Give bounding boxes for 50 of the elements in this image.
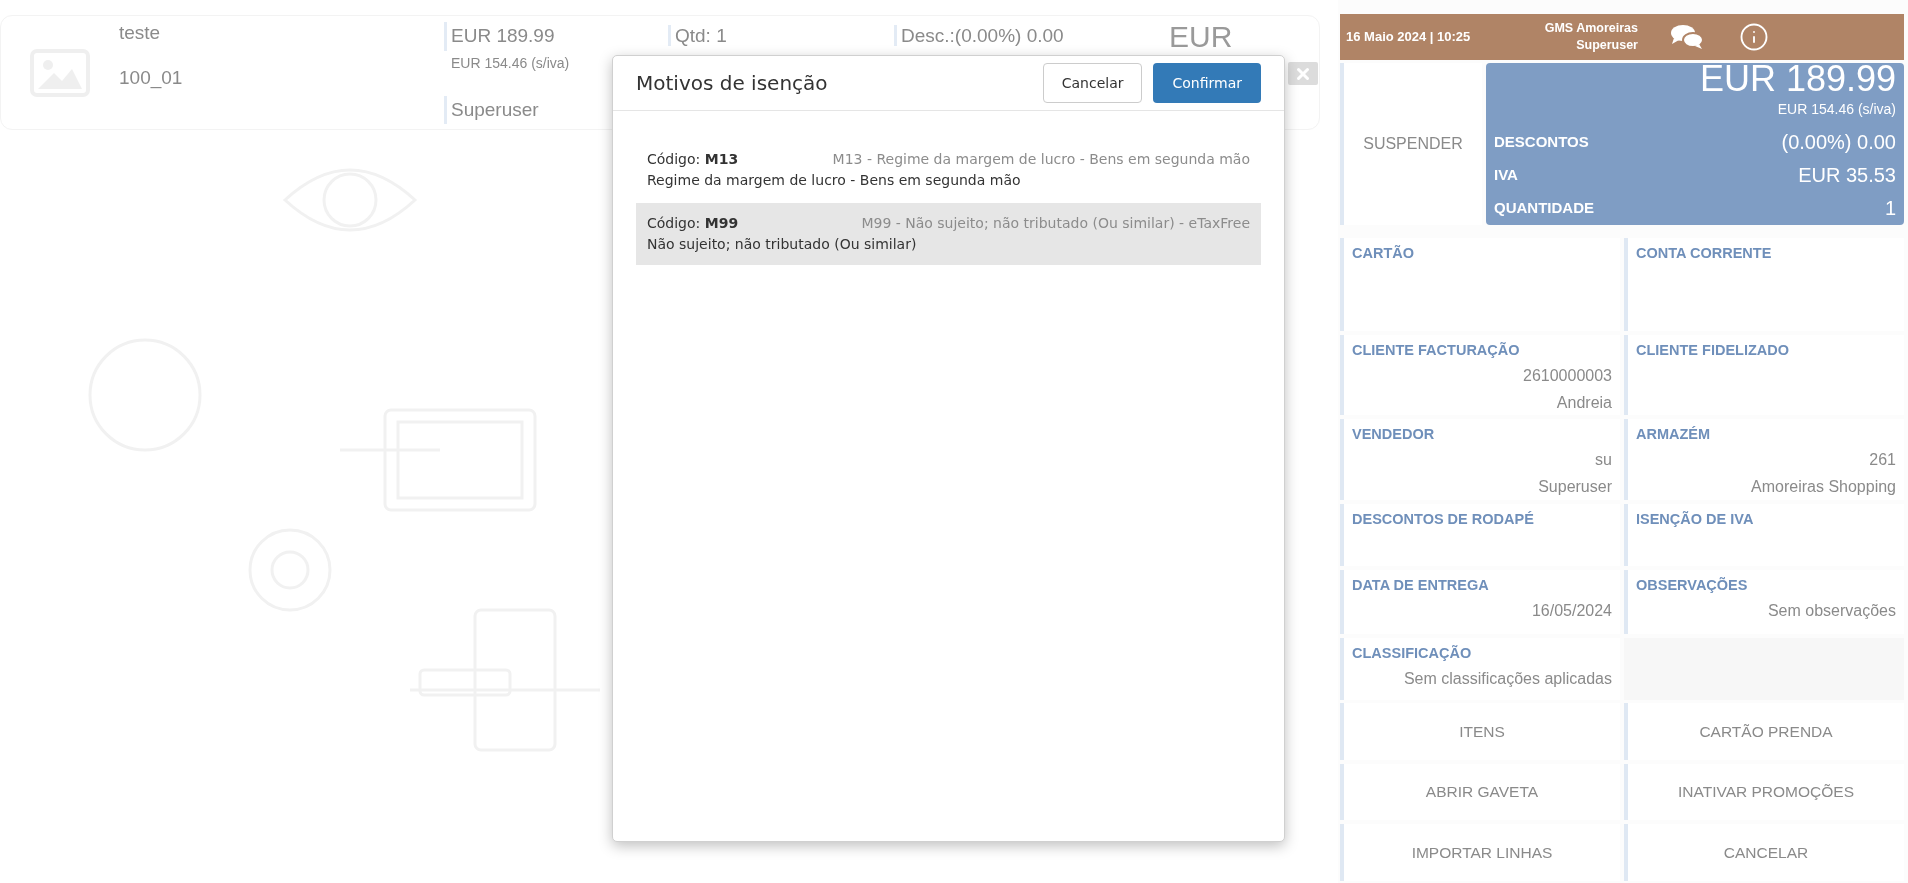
product-discount: Desc.:(0.00%) 0.00 — [894, 25, 1064, 46]
exemption-list-item[interactable]: Código: M99 M99 - Não sujeito; não tributado (Ou similar) - eTaxFree Não sujeito; não tributado (Ou similar) — [636, 203, 1261, 265]
date-time: 16 Maio 2024 | 10:25 — [1346, 28, 1472, 47]
product-price-net: EUR 154.46 (s/iva) — [450, 53, 571, 73]
summary-label: QUANTIDADE — [1494, 197, 1594, 218]
exemption-description: Regime da margem de lucro - Bens em segunda mão — [647, 171, 1022, 190]
confirm-button[interactable]: Confirmar — [1153, 63, 1261, 103]
product-quantity: Qtd: 1 — [668, 25, 727, 46]
product-name: teste — [119, 21, 162, 45]
tile-label: CARTÃO — [1352, 244, 1416, 263]
tile-label: CLASSIFICAÇÃO — [1352, 644, 1473, 663]
tile-value: Andreia — [1556, 392, 1612, 413]
summary-value: 1 — [1884, 196, 1896, 221]
tile-label: CLIENTE FACTURAÇÃO — [1352, 341, 1521, 360]
tile-label: ISENÇÃO DE IVA — [1636, 510, 1755, 529]
exemption-title: M13 - Regime da margem de lucro - Bens em segunda mão — [832, 150, 1250, 169]
store-name: GMS Amoreiras — [1544, 20, 1638, 37]
tile-value: 2610000003 — [1523, 365, 1612, 386]
tile-value: Superuser — [1538, 476, 1612, 497]
chat-icon[interactable] — [1670, 23, 1704, 51]
tile-value: 261 — [1869, 449, 1896, 470]
summary-label: DESCONTOS — [1494, 131, 1589, 152]
user-name: Superuser — [1576, 37, 1638, 54]
exemption-code: Código: M99 — [647, 214, 739, 233]
cancel-button[interactable]: Cancelar — [1042, 63, 1143, 103]
summary-total: EUR 189.99 — [1699, 61, 1896, 97]
info-icon[interactable] — [1739, 22, 1769, 52]
summary-value: (0.00%) 0.00 — [1781, 130, 1896, 155]
exemption-code: Código: M13 — [647, 150, 739, 169]
exemption-title: M99 - Não sujeito; não tributado (Ou similar) - eTaxFree — [861, 214, 1250, 233]
tile-value: Sem classificações aplicadas — [1403, 668, 1612, 689]
tile-label: DESCONTOS DE RODAPÉ — [1352, 510, 1535, 529]
tile-label: CLIENTE FIDELIZADO — [1636, 341, 1791, 360]
summary-label: IVA — [1494, 164, 1518, 185]
exemption-description: Não sujeito; não tributado (Ou similar) — [647, 235, 918, 254]
tile-label: OBSERVAÇÕES — [1636, 576, 1749, 595]
summary-value: EUR 35.53 — [1798, 163, 1896, 188]
summary-total-net: EUR 154.46 (s/iva) — [1777, 100, 1896, 119]
tile-value: Amoreiras Shopping — [1751, 476, 1896, 497]
tile-value: Sem observações — [1767, 600, 1896, 621]
tile-label: DATA DE ENTREGA — [1352, 576, 1490, 595]
tile-value: 16/05/2024 — [1531, 600, 1612, 621]
product-code: 100_01 — [119, 65, 184, 91]
tile-label: CONTA CORRENTE — [1636, 244, 1773, 263]
tile-label: VENDEDOR — [1352, 425, 1436, 444]
dialog-title: Motivos de isenção — [636, 70, 829, 97]
product-total: EUR — [1169, 20, 1233, 53]
product-price: EUR 189.99 — [444, 22, 668, 51]
tile-label: ARMAZÉM — [1636, 425, 1712, 444]
tile-value: su — [1595, 449, 1612, 470]
